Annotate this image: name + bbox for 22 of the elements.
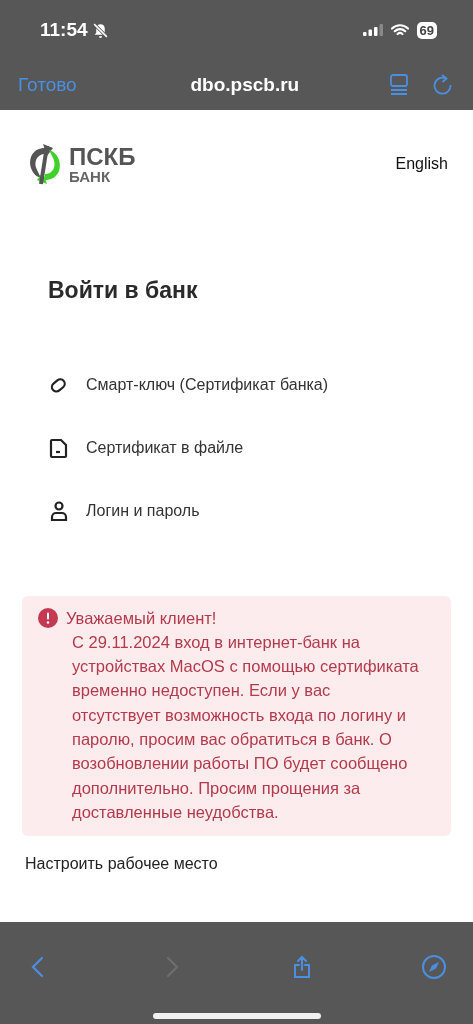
reader-icon[interactable] <box>389 74 409 96</box>
logo-title: ПСКБ <box>69 144 136 169</box>
address-text: dbo.pscb.ru <box>190 72 300 97</box>
logo-subtitle: БАНК <box>69 168 112 184</box>
status-time: 11:54 <box>40 17 88 42</box>
login-method-link[interactable]: Смарт-ключ (Сертификат банка) <box>86 373 329 397</box>
page-title: Войти в банк <box>48 276 199 305</box>
wifi-icon <box>390 23 409 37</box>
language-link[interactable]: English <box>395 152 448 176</box>
user-icon <box>48 500 70 522</box>
file-icon <box>48 437 70 459</box>
alert-text: С 29.11.2024 вход в интернет-банк на устройствах MacOS с помощью сертификата временно недоступен. Если у вас отсутствует возможность входа по логину и паролю, просим вас обратиться в банк. О возобновлении работы ПО будет сообщено дополнительно. Просим прощения за доставленные неудобства. <box>71 631 420 823</box>
battery-indicator: 69 <box>416 21 437 39</box>
error-icon <box>38 607 58 628</box>
muted-bell-icon <box>91 21 109 39</box>
setup-link[interactable]: Настроить рабочее место <box>25 852 218 877</box>
alert-title: Уважаемый клиент! <box>66 607 217 629</box>
signal-icon <box>362 24 383 36</box>
login-method-link[interactable]: Сертификат в файле <box>86 436 244 460</box>
reload-icon[interactable] <box>433 74 453 96</box>
compass-icon[interactable] <box>420 954 447 980</box>
login-method-link[interactable]: Логин и пароль <box>86 499 200 523</box>
